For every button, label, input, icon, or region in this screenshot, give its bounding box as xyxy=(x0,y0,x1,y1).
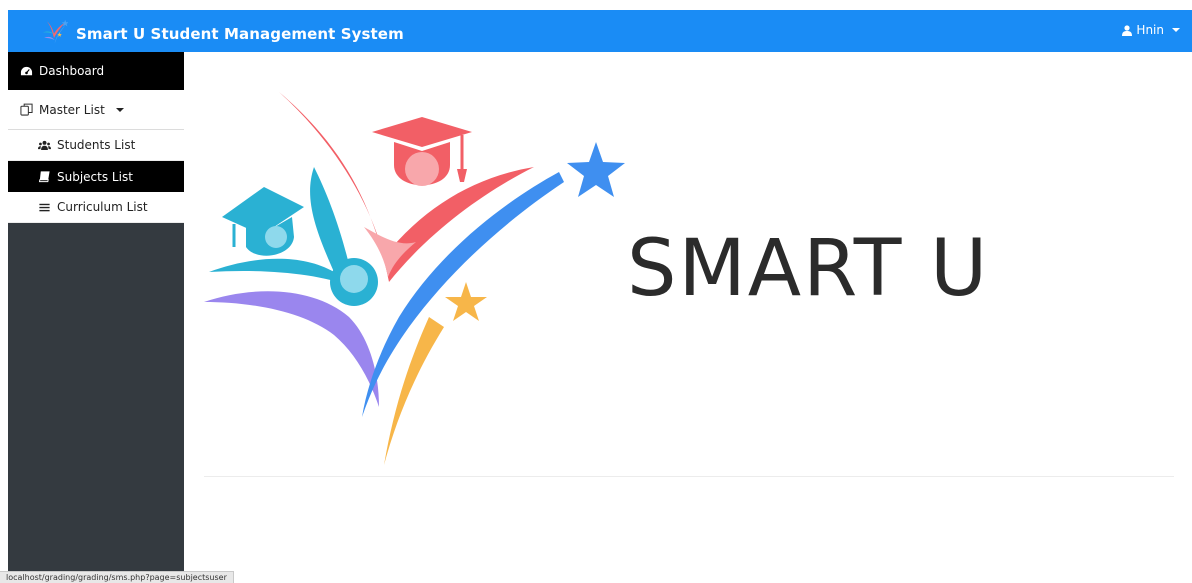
sidebar-item-curriculum-list[interactable]: Curriculum List xyxy=(8,192,184,223)
sidebar-item-dashboard[interactable]: Dashboard xyxy=(8,52,184,90)
sidebar-item-label: Dashboard xyxy=(39,64,105,78)
sidebar-item-label: Curriculum List xyxy=(57,200,148,214)
user-icon xyxy=(1122,24,1133,36)
sidebar: Dashboard Master List Students List Subj… xyxy=(8,52,184,583)
app-title: Smart U Student Management System xyxy=(76,25,404,43)
hero-title: SMART U xyxy=(627,224,990,314)
sidebar-item-label: Master List xyxy=(39,102,105,117)
sidebar-item-master-list[interactable]: Master List xyxy=(8,90,184,130)
dashboard-icon xyxy=(20,66,33,75)
list-icon xyxy=(39,203,50,211)
sidebar-item-students-list[interactable]: Students List xyxy=(8,130,184,161)
content-divider xyxy=(204,476,1174,477)
sidebar-item-subjects-list[interactable]: Subjects List xyxy=(8,161,184,192)
smart-u-logo-icon xyxy=(204,92,625,465)
chevron-down-icon xyxy=(1172,28,1180,32)
brand[interactable]: Smart U Student Management System xyxy=(40,17,404,45)
sidebar-item-label: Subjects List xyxy=(57,169,133,184)
user-name: Hnin xyxy=(1136,23,1164,37)
brand-logo-icon xyxy=(42,19,68,44)
book-icon xyxy=(38,171,50,183)
app-window: Smart U Student Management System Hnin D… xyxy=(0,0,1192,583)
copy-icon xyxy=(20,103,33,116)
sidebar-item-label: Students List xyxy=(57,138,136,152)
main-content: SMART U xyxy=(184,52,1192,583)
users-icon xyxy=(38,140,51,150)
top-navbar: Smart U Student Management System Hnin xyxy=(8,10,1192,52)
chevron-down-icon xyxy=(115,107,124,112)
status-bar-url: localhost/grading/grading/sms.php?page=s… xyxy=(0,571,234,583)
user-menu-dropdown[interactable]: Hnin xyxy=(1122,23,1180,37)
